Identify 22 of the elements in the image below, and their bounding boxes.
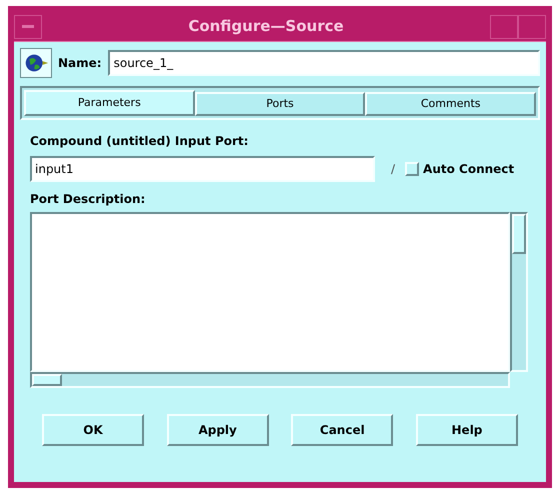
auto-connect-label: Auto Connect [423, 161, 514, 178]
dialog-button[interactable]: Apply [166, 414, 269, 446]
window-menu-button[interactable] [14, 14, 42, 38]
auto-connect-checkbox[interactable] [405, 162, 420, 176]
port-field[interactable]: input1 [30, 156, 375, 182]
window-title: Configure—Source [187, 16, 345, 38]
port-label: Compound (untitled) Input Port: [30, 133, 250, 150]
tab[interactable]: Parameters [24, 90, 195, 116]
globe-icon [20, 48, 52, 78]
minimize-button[interactable] [490, 14, 518, 38]
horizontal-scrollbar[interactable] [30, 372, 510, 388]
name-field[interactable]: source_1_ [108, 50, 540, 76]
separator-mark: / [391, 161, 396, 178]
dialog-button[interactable]: Help [416, 414, 518, 446]
dialog-button[interactable]: OK [42, 414, 144, 446]
vertical-scrollbar[interactable] [510, 212, 528, 372]
description-label: Port Description: [30, 191, 146, 208]
tab[interactable]: Comments [365, 92, 536, 116]
dialog-button[interactable]: Cancel [291, 414, 394, 446]
name-label: Name: [58, 55, 102, 72]
maximize-button[interactable] [518, 14, 546, 38]
tab[interactable]: Ports [194, 92, 366, 116]
